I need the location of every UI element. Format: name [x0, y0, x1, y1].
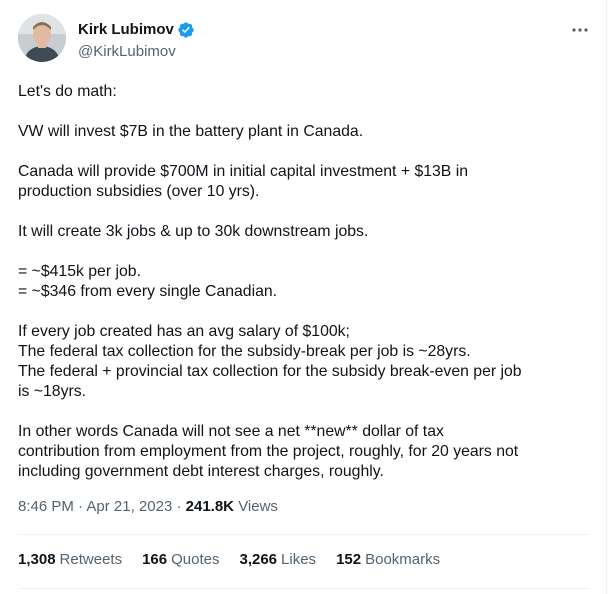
tweet-meta: 8:46 PM · Apr 21, 2023 · 241.8K Views: [18, 497, 278, 517]
author-names: Kirk Lubimov @KirkLubimov: [78, 20, 195, 62]
tweet-card: Kirk Lubimov @KirkLubimov Let's do math:…: [0, 0, 613, 594]
divider: [18, 588, 589, 589]
engagement-stats: 1,308 Retweets 166 Quotes 3,266 Likes 152 Bo…: [18, 550, 460, 570]
more-dots-icon: [572, 28, 588, 32]
bookmarks-count: 152: [336, 551, 362, 568]
retweets-stat[interactable]: 1,308 Retweets: [18, 550, 122, 570]
retweets-label: Retweets: [59, 551, 123, 568]
quotes-stat[interactable]: 166 Quotes: [142, 550, 219, 570]
divider: [18, 534, 589, 535]
verified-badge-icon: [178, 22, 194, 38]
bookmarks-stat[interactable]: 152 Bookmarks: [336, 550, 440, 570]
avatar-photo: [18, 14, 66, 62]
quotes-label: Quotes: [171, 551, 220, 568]
author-handle[interactable]: @KirkLubimov: [78, 42, 195, 62]
views-label: Views: [238, 498, 278, 515]
tweet-time[interactable]: 8:46 PM: [18, 498, 74, 515]
views-count: 241.8K: [185, 498, 235, 515]
likes-stat[interactable]: 3,266 Likes: [239, 550, 316, 570]
likes-count: 3,266: [239, 551, 278, 568]
tweet-header: Kirk Lubimov @KirkLubimov: [18, 14, 595, 66]
retweets-count: 1,308: [18, 551, 56, 568]
more-options-button[interactable]: [569, 20, 591, 40]
quotes-count: 166: [142, 551, 168, 568]
likes-label: Likes: [281, 551, 317, 568]
tweet-date[interactable]: Apr 21, 2023: [86, 498, 172, 515]
avatar[interactable]: [18, 14, 66, 62]
tweet-text: Let's do math: VW will invest $7B in the…: [18, 83, 522, 480]
display-name-row: Kirk Lubimov: [78, 20, 195, 40]
author-display-name[interactable]: Kirk Lubimov: [78, 20, 174, 40]
bookmarks-label: Bookmarks: [365, 551, 441, 568]
